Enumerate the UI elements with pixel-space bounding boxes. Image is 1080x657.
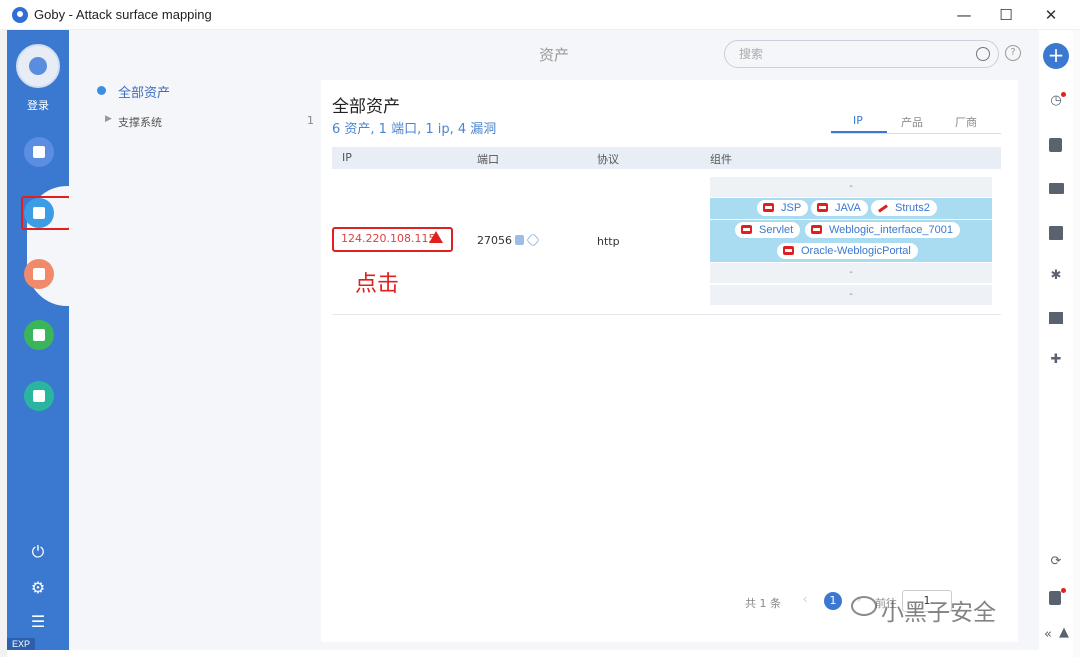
alert-icon[interactable]: ▲ xyxy=(1055,625,1073,641)
wechat-icon xyxy=(851,596,877,616)
component-tag[interactable]: JAVA xyxy=(811,200,868,216)
table-header: IP 端口 协议 组件 xyxy=(332,147,1001,169)
protocol-value: http xyxy=(597,235,620,248)
component-row: Servlet Weblogic_interface_7001 Oracle-W… xyxy=(710,220,992,262)
tree-item-count: 1 xyxy=(307,114,314,127)
oracle-icon xyxy=(811,225,822,234)
col-ip: IP xyxy=(342,151,352,164)
rocket-icon xyxy=(29,57,47,75)
struts-icon xyxy=(877,203,888,212)
highlight-box-nav xyxy=(21,196,71,230)
component-tag[interactable]: Servlet xyxy=(735,222,801,238)
component-row: JSP JAVA Struts2 xyxy=(710,198,992,219)
tab-vendor[interactable]: 厂商 xyxy=(955,114,977,130)
click-annotation: 点击 xyxy=(355,272,400,297)
close-button[interactable]: ✕ xyxy=(1040,4,1062,26)
row-divider xyxy=(332,314,1001,315)
tab-underline xyxy=(831,131,887,133)
total-count: 共 1 条 xyxy=(745,597,781,610)
main-area: 资产 ? 全部资产 ▶ 支撑系统 1 全部资产 6 资产, 1 端口, 1 ip… xyxy=(69,30,1039,650)
component-tag[interactable]: JSP xyxy=(757,200,809,216)
oracle-icon xyxy=(741,225,752,234)
help-icon[interactable]: ? xyxy=(1005,45,1021,61)
col-component: 组件 xyxy=(710,153,732,166)
component-tag[interactable]: Oracle-WeblogicPortal xyxy=(777,243,918,259)
port-value: 27056 xyxy=(477,234,512,247)
background-strip xyxy=(0,30,7,657)
monitor-icon[interactable] xyxy=(1049,183,1064,194)
oracle-icon xyxy=(783,246,794,255)
search-input[interactable] xyxy=(739,45,959,63)
refresh-icon[interactable]: ⟳ xyxy=(1047,554,1065,570)
title-bar: Goby - Attack surface mapping — ☐ ✕ xyxy=(0,0,1080,30)
ip-link[interactable]: 124.220.108.115 xyxy=(341,232,435,245)
app-window: Goby - Attack surface mapping — ☐ ✕ 登录 ⏻… xyxy=(0,0,1080,657)
vuln-icon[interactable] xyxy=(24,259,54,289)
window-edge xyxy=(1073,30,1080,657)
add-scan-button[interactable]: + xyxy=(1043,43,1069,69)
caret-right-icon[interactable]: ▶ xyxy=(105,114,112,124)
port-detail-icon[interactable] xyxy=(515,235,524,245)
warning-icon xyxy=(429,231,443,243)
settings-icon[interactable]: ⚙ xyxy=(7,578,69,597)
col-port: 端口 xyxy=(477,153,499,166)
minimize-button[interactable]: — xyxy=(953,4,975,26)
plugin-icon[interactable] xyxy=(24,381,54,411)
tree-dot-icon xyxy=(97,86,106,95)
search-icon[interactable] xyxy=(976,47,990,61)
prev-page-button[interactable]: ‹ xyxy=(797,592,813,610)
view-tabs: IP 产品 厂商 xyxy=(831,114,1001,134)
maximize-button[interactable]: ☐ xyxy=(995,4,1017,26)
asset-panel: 全部资产 6 资产, 1 端口, 1 ip, 4 漏洞 IP 产品 厂商 IP … xyxy=(321,80,1018,642)
tab-ip[interactable]: IP xyxy=(853,114,863,127)
power-icon[interactable]: ⏻ xyxy=(7,542,69,562)
task-notification-dot xyxy=(1061,588,1066,593)
menu-icon[interactable]: ☰ xyxy=(7,612,69,631)
component-row-empty: - xyxy=(710,177,992,197)
tab-product[interactable]: 产品 xyxy=(901,114,923,130)
panel-title: 全部资产 xyxy=(332,97,400,117)
exp-badge[interactable]: EXP xyxy=(7,638,35,650)
left-sidebar: 登录 ⏻ ⚙ ☰ xyxy=(7,30,83,650)
avatar[interactable] xyxy=(16,44,60,88)
page-1-button[interactable]: 1 xyxy=(824,592,842,610)
asset-summary: 6 资产, 1 端口, 1 ip, 4 漏洞 xyxy=(332,122,497,137)
scan-icon[interactable] xyxy=(24,137,54,167)
component-row-empty: - xyxy=(710,285,992,305)
component-tag[interactable]: Struts2 xyxy=(871,200,937,216)
login-label[interactable]: 登录 xyxy=(7,97,69,113)
puzzle-icon[interactable]: ✚ xyxy=(1047,352,1065,368)
col-protocol: 协议 xyxy=(597,153,619,166)
java-icon xyxy=(817,203,828,212)
goby-logo-icon xyxy=(12,7,28,23)
bar-chart-icon[interactable] xyxy=(1049,312,1063,324)
search-box[interactable] xyxy=(724,40,999,68)
java-icon xyxy=(763,203,774,212)
window-title: Goby - Attack surface mapping xyxy=(34,7,212,22)
link-icon[interactable] xyxy=(525,232,541,248)
bug-icon[interactable]: ✱ xyxy=(1047,268,1065,284)
page-title: 资产 xyxy=(539,46,570,64)
component-tag[interactable]: Weblogic_interface_7001 xyxy=(805,222,960,238)
report-icon[interactable] xyxy=(1049,138,1062,152)
right-toolbar: + ◷ ✱ ✚ ⟳ « ▲ xyxy=(1039,30,1073,650)
component-row-empty: - xyxy=(710,263,992,283)
chart-icon[interactable] xyxy=(24,320,54,350)
notification-dot xyxy=(1061,92,1066,97)
ip-icon[interactable] xyxy=(1049,226,1063,240)
task-icon[interactable] xyxy=(1049,591,1061,605)
watermark: 小黑子安全 xyxy=(881,600,996,626)
